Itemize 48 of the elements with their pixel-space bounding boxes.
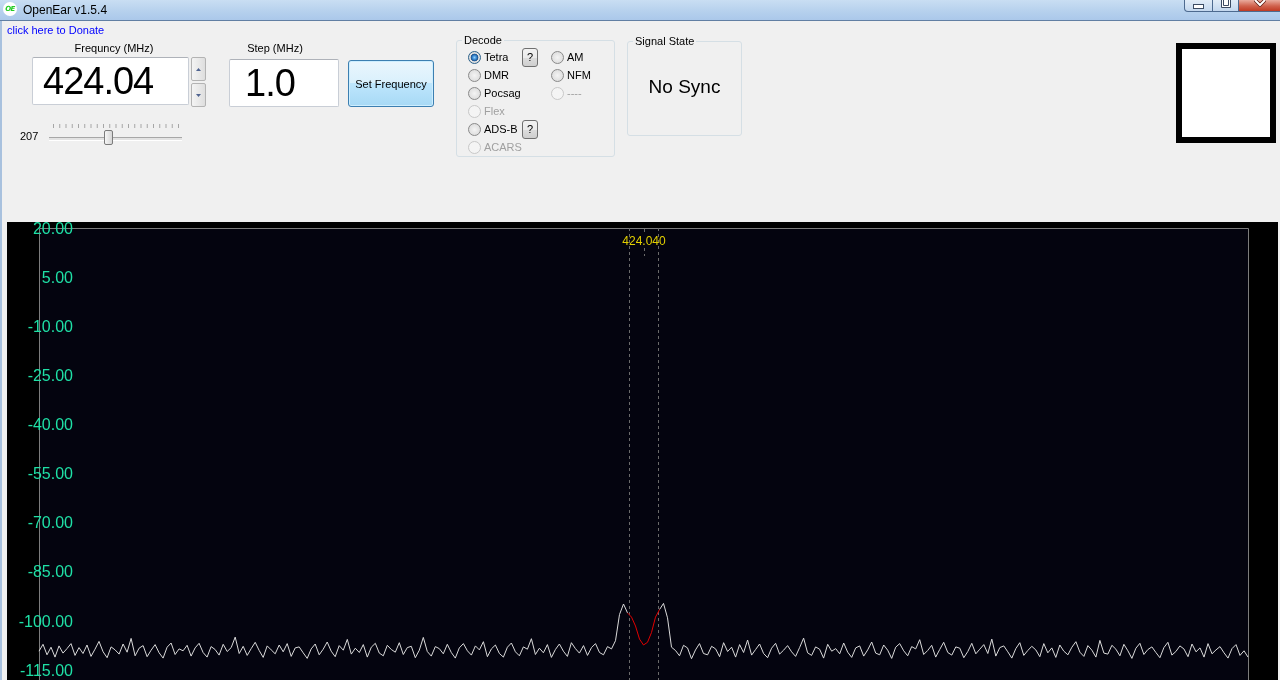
minimize-icon [1193, 4, 1204, 9]
spin-down-button[interactable] [191, 83, 206, 107]
signal-state-value: No Sync [648, 75, 721, 98]
group-title: Decode [462, 34, 504, 46]
axis-label: -25.00 [27, 366, 73, 384]
axis-label: 20.00 [32, 222, 73, 237]
spin-up-button[interactable] [191, 57, 206, 81]
caret-down-icon [196, 93, 201, 97]
close-icon [1253, 0, 1266, 7]
window-title: OpenEar v1.5.4 [23, 3, 108, 17]
slider-thumb[interactable] [103, 130, 113, 145]
radio-button[interactable] [468, 68, 481, 82]
axis-label: -100.00 [18, 612, 73, 630]
radio-label[interactable]: Tetra [484, 50, 509, 64]
radio-label[interactable]: DMR [484, 68, 510, 82]
radio-label[interactable]: ADS-B [484, 122, 518, 136]
minimize-button[interactable] [1184, 0, 1213, 12]
frequency-field[interactable]: 424.04 [32, 57, 189, 105]
axis-label: -115.00 [19, 661, 73, 679]
help-button[interactable]: ? [522, 47, 538, 67]
axis-label: -40.00 [27, 416, 73, 433]
slider-value: 207 [20, 129, 39, 143]
group-title: Signal State [633, 35, 697, 47]
axis-label: -55.00 [27, 465, 73, 483]
axis-label: -85.00 [27, 563, 73, 581]
radio-button[interactable] [468, 122, 481, 136]
axis-label: -70.00 [27, 514, 73, 532]
set-frequency-button[interactable]: Set Frequency [348, 60, 434, 107]
donate-link[interactable]: click here to Donate [7, 24, 105, 36]
radio-label[interactable]: NFM [567, 68, 591, 82]
maximize-button[interactable] [1213, 0, 1239, 12]
step-field[interactable]: 1.0 [229, 59, 339, 107]
field-label: Step (MHz) [247, 42, 303, 54]
help-button[interactable]: ? [522, 119, 538, 139]
radio-button[interactable] [551, 68, 564, 82]
axis-label: -10.00 [27, 317, 73, 335]
radio-button[interactable] [468, 50, 481, 64]
caret-up-icon [196, 67, 201, 71]
radio-button[interactable] [551, 50, 564, 64]
radio-label[interactable]: Pocsag [484, 86, 521, 100]
field-label: Frequncy (MHz) [74, 42, 154, 54]
band-trace [627, 609, 660, 646]
maximize-icon [1220, 0, 1231, 8]
radio-button[interactable] [468, 86, 481, 100]
frequency-marker-label: 424.040 [622, 234, 666, 248]
axis-label: 5.00 [41, 268, 73, 286]
close-button[interactable] [1239, 0, 1280, 12]
radio-label[interactable]: AM [567, 50, 584, 64]
